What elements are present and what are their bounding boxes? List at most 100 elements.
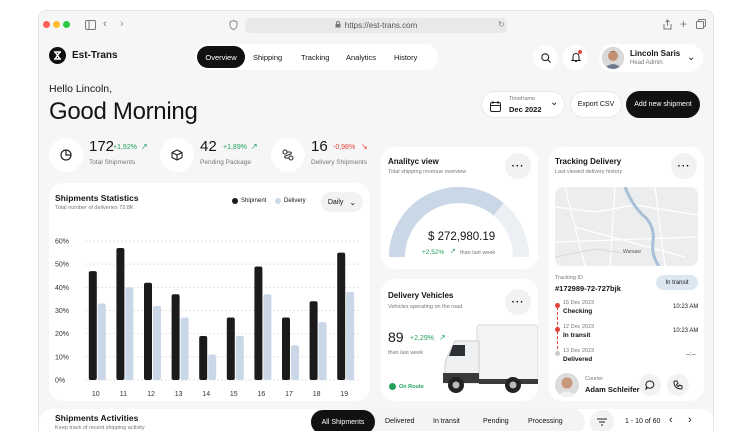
trend-up-icon: ↗ bbox=[251, 142, 258, 151]
timeframe-label: Timeframe bbox=[509, 96, 536, 102]
map-label: Warsaw bbox=[623, 249, 641, 255]
user-menu[interactable]: Lincoln Saris Head Admin ⌄ bbox=[599, 44, 703, 72]
bar-shipment[interactable] bbox=[282, 317, 290, 380]
vehicles-since: than last week bbox=[388, 350, 424, 356]
x-tick-label: 17 bbox=[285, 391, 293, 398]
notifications-button[interactable] bbox=[563, 45, 588, 70]
page-title: Good Morning bbox=[49, 98, 198, 125]
pie-chart-icon bbox=[49, 138, 83, 172]
tab-overview-icon[interactable] bbox=[696, 19, 706, 29]
more-options-button[interactable]: ··· bbox=[505, 289, 531, 315]
analytic-view-card: Analityc view Total shipping revenue ove… bbox=[381, 147, 538, 269]
filter-processing[interactable]: Processing bbox=[528, 418, 563, 425]
prev-page-icon[interactable]: ‹ bbox=[669, 414, 673, 426]
vehicles-status: On Route bbox=[399, 383, 424, 390]
bar-shipment[interactable] bbox=[171, 294, 180, 380]
courier-label: Courier bbox=[585, 376, 604, 382]
revenue-since: than last week bbox=[460, 250, 496, 256]
x-tick-label: 12 bbox=[147, 391, 155, 398]
message-courier-button[interactable] bbox=[639, 374, 661, 396]
logo-icon bbox=[49, 47, 66, 64]
tracking-map[interactable]: Warsaw bbox=[555, 187, 698, 266]
bar-shipment[interactable] bbox=[226, 317, 235, 380]
call-courier-button[interactable] bbox=[667, 374, 689, 396]
more-dots-icon: ··· bbox=[677, 160, 691, 172]
timeline-dot bbox=[555, 351, 560, 356]
bar-delivery[interactable] bbox=[346, 291, 355, 380]
bar-delivery[interactable] bbox=[291, 345, 299, 380]
route-icon bbox=[271, 138, 305, 172]
vehicles-change: +2,29% bbox=[410, 335, 434, 342]
more-dots-icon: ··· bbox=[511, 296, 525, 308]
back-arrow-icon[interactable]: ‹ bbox=[103, 18, 107, 30]
reload-icon[interactable]: ↻ bbox=[498, 20, 505, 29]
maximize-window-button[interactable] bbox=[63, 21, 70, 28]
next-page-icon[interactable]: › bbox=[688, 414, 692, 426]
bar-delivery[interactable] bbox=[263, 294, 272, 380]
bar-shipment[interactable] bbox=[199, 335, 208, 380]
tracking-subtitle: Last viewed delivery history bbox=[555, 169, 623, 175]
minimize-window-button[interactable] bbox=[53, 21, 60, 28]
new-tab-icon[interactable]: + bbox=[680, 17, 687, 31]
bar-shipment[interactable] bbox=[254, 266, 263, 380]
search-button[interactable] bbox=[533, 45, 558, 70]
tab-shipping[interactable]: Shipping bbox=[253, 53, 282, 62]
gauge-fill bbox=[389, 187, 504, 258]
bar-shipment[interactable] bbox=[337, 252, 346, 380]
more-options-button[interactable]: ··· bbox=[671, 153, 697, 179]
address-bar[interactable]: https://est-trans.com bbox=[245, 18, 507, 33]
bar-shipment[interactable] bbox=[88, 271, 97, 380]
bar-delivery[interactable] bbox=[125, 287, 134, 380]
bar-delivery[interactable] bbox=[208, 354, 217, 380]
export-csv-button[interactable]: Export CSV bbox=[570, 91, 622, 118]
revenue-change: +2,52% bbox=[422, 249, 445, 256]
bar-shipment[interactable] bbox=[144, 282, 152, 380]
filter-pending[interactable]: Pending bbox=[483, 418, 509, 425]
tab-overview[interactable]: Overview bbox=[197, 46, 245, 68]
add-shipment-button[interactable]: Add new shipment bbox=[626, 91, 700, 118]
tab-tracking[interactable]: Tracking bbox=[301, 53, 329, 62]
bar-delivery[interactable] bbox=[318, 322, 327, 380]
sidebar-toggle-icon[interactable] bbox=[84, 19, 96, 30]
tab-analytics[interactable]: Analytics bbox=[346, 53, 376, 62]
x-tick-label: 15 bbox=[230, 391, 238, 398]
courier-avatar bbox=[555, 373, 579, 397]
courier-name: Adam Schleifer bbox=[585, 385, 640, 394]
bar-delivery[interactable] bbox=[180, 317, 189, 380]
privacy-shield-icon[interactable] bbox=[229, 20, 238, 30]
filter-delivered[interactable]: Delivered bbox=[385, 418, 415, 425]
bar-delivery[interactable] bbox=[153, 305, 161, 380]
stat-value-pending: 42 bbox=[200, 138, 217, 155]
x-tick-label: 16 bbox=[258, 391, 266, 398]
timeframe-select[interactable]: Timeframe Dec 2022 ⌄ bbox=[481, 91, 565, 118]
filter-all-shipments[interactable]: All Shipments bbox=[311, 410, 375, 431]
app-logo[interactable]: Est-Trans bbox=[49, 47, 118, 64]
stat-value-delivery: 16 bbox=[311, 138, 328, 155]
event-time: 10:23 AM bbox=[673, 304, 699, 310]
y-tick-label: 0% bbox=[55, 378, 65, 385]
close-window-button[interactable] bbox=[43, 21, 50, 28]
y-tick-label: 30% bbox=[55, 308, 69, 315]
trend-up-icon: ↗ bbox=[450, 248, 456, 255]
bar-shipment[interactable] bbox=[309, 301, 318, 380]
shipments-bar-chart: 60% 50% 40% 30% 20% 10% 0% 10 11 12 13 14 15 16 17 18 19 bbox=[55, 239, 361, 398]
stats-row: 172 +1,92% ↗ Total Shipments 42 +1,89% ↗… bbox=[49, 135, 371, 177]
user-name: Lincoln Saris bbox=[630, 49, 681, 58]
stat-change-pending: +1,89% bbox=[223, 144, 247, 151]
forward-arrow-icon[interactable]: › bbox=[120, 18, 124, 30]
filter-in-transit[interactable]: In transit bbox=[433, 418, 460, 425]
stat-label-pending: Pending Package bbox=[200, 159, 251, 166]
tab-history[interactable]: History bbox=[394, 53, 417, 62]
activities-title: Shipments Activities bbox=[55, 413, 139, 423]
pagination-text: 1 - 10 of 60 bbox=[625, 418, 661, 425]
bar-shipment[interactable] bbox=[116, 247, 125, 380]
browser-toolbar: ‹ › https://est-trans.com ↻ + bbox=[39, 11, 713, 39]
event-time: 10:23 AM bbox=[673, 328, 699, 334]
bar-delivery[interactable] bbox=[235, 335, 244, 380]
revenue-value: $ 272,980.19 bbox=[428, 231, 496, 243]
bar-delivery[interactable] bbox=[97, 303, 106, 380]
filter-button[interactable] bbox=[590, 410, 614, 431]
on-route-badge: On Route bbox=[389, 383, 424, 390]
x-tick-label: 19 bbox=[340, 391, 348, 398]
share-icon[interactable] bbox=[663, 19, 672, 30]
